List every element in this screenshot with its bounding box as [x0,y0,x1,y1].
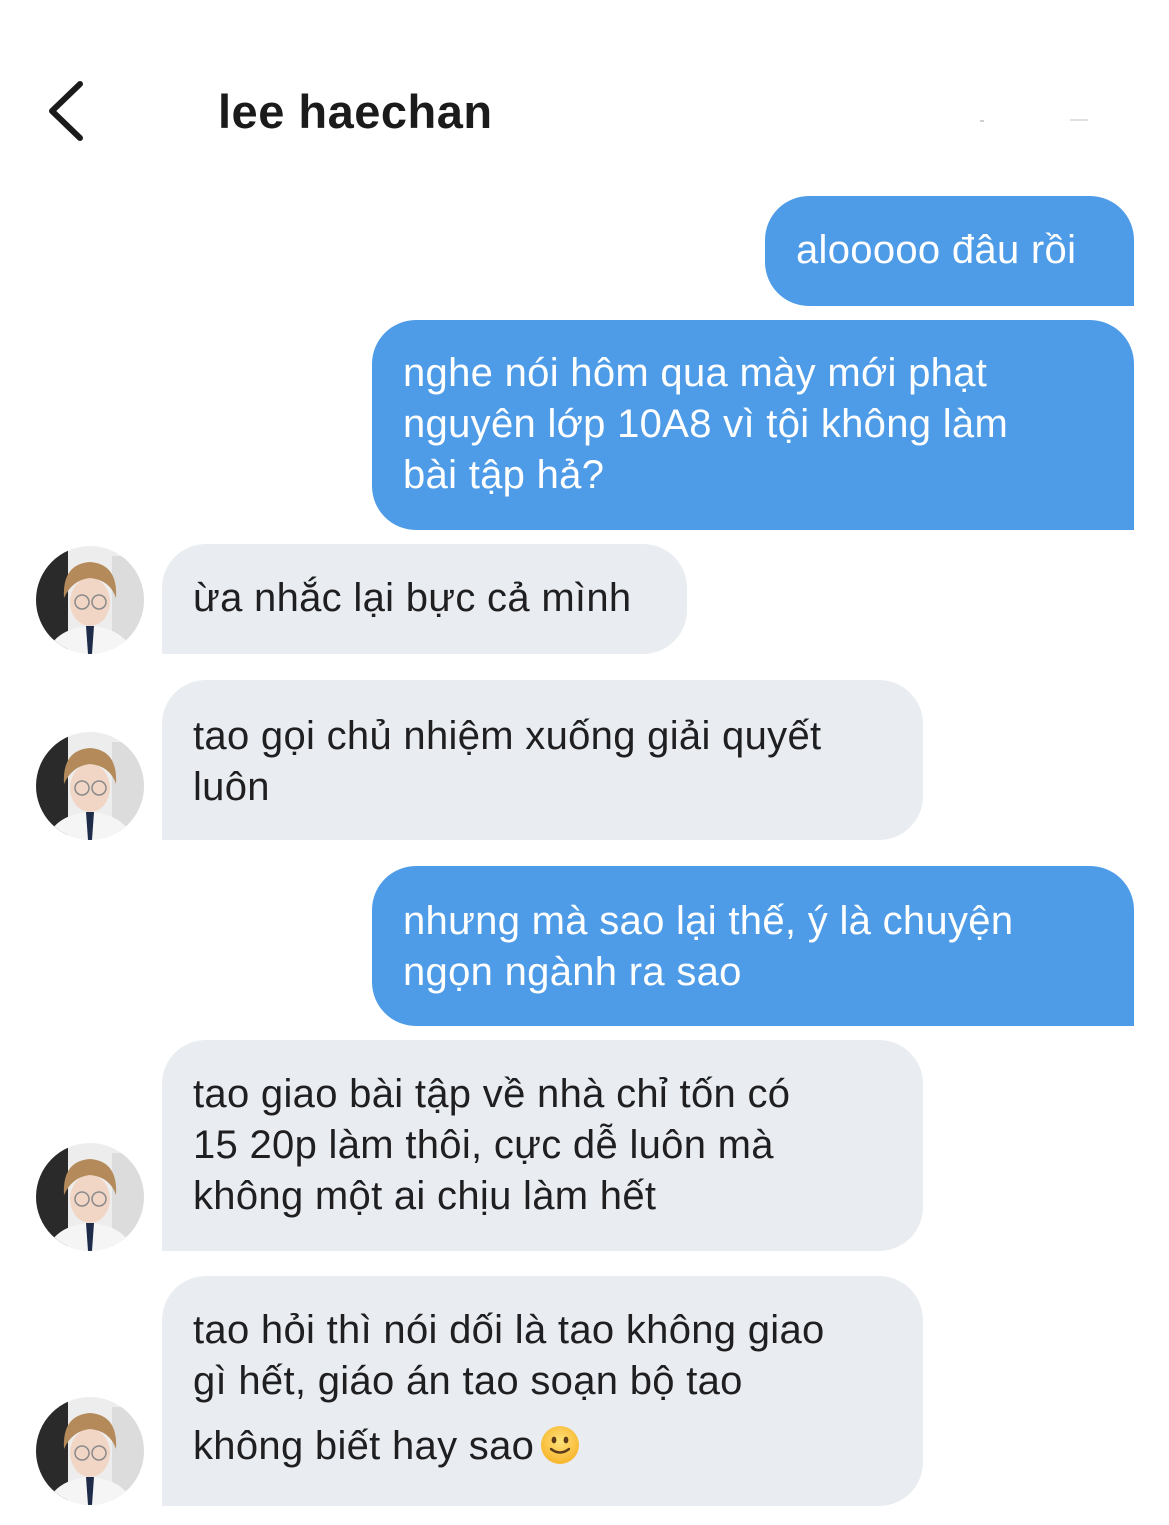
message-line: không một ai chịu làm hết [193,1174,657,1218]
avatar[interactable] [36,1397,144,1505]
chat-header: lee haechan [0,0,1169,170]
message-line: nghe nói hôm qua mày mới phạt [403,351,988,395]
message-line: gì hết, giáo án tao soạn bộ tao [193,1359,743,1403]
message-line: tao gọi chủ nhiệm xuống giải quyết [193,714,822,758]
avatar[interactable] [36,732,144,840]
message-bubble-incoming[interactable]: tao gọi chủ nhiệm xuống giải quyết luôn [162,680,923,840]
avatar-image [36,546,144,654]
avatar[interactable] [36,546,144,654]
message-line: không biết hay sao [193,1421,923,1472]
message-line-text: không biết hay sao [193,1424,535,1468]
message-line: ngọn ngành ra sao [403,950,742,994]
message-line: ừa nhắc lại bực cả mình [193,576,632,620]
contact-name[interactable]: lee haechan [218,84,493,140]
message-line: luôn [193,765,270,809]
message-line: tao giao bài tập về nhà chỉ tốn có [193,1072,791,1116]
message-bubble-outgoing[interactable]: nhưng mà sao lại thế, ý là chuyện ngọn n… [372,866,1134,1026]
message-bubble-incoming[interactable]: tao giao bài tập về nhà chỉ tốn có 15 20… [162,1040,923,1251]
message-line: nguyên lớp 10A8 vì tội không làm [403,402,1009,446]
message-bubble-outgoing[interactable]: nghe nói hôm qua mày mới phạt nguyên lớp… [372,320,1134,530]
avatar-image [36,1397,144,1505]
chevron-left-icon [49,81,83,141]
avatar-image [36,732,144,840]
message-line: alooooo đâu rồi [796,228,1077,272]
message-line: tao hỏi thì nói dối là tao không giao [193,1308,825,1352]
message-bubble-outgoing[interactable]: alooooo đâu rồi [765,196,1134,306]
avatar-image [36,1143,144,1251]
slightly-smiling-face-icon [541,1426,580,1464]
message-bubble-incoming[interactable]: tao hỏi thì nói dối là tao không giao gì… [162,1276,923,1506]
message-line: 15 20p làm thôi, cực dễ luôn mà [193,1123,774,1167]
message-line: bài tập hả? [403,453,605,497]
header-artifact [980,119,1088,122]
message-line: nhưng mà sao lại thế, ý là chuyện [403,899,1014,943]
message-bubble-incoming[interactable]: ừa nhắc lại bực cả mình [162,544,687,654]
back-button[interactable] [40,78,96,144]
avatar[interactable] [36,1143,144,1251]
